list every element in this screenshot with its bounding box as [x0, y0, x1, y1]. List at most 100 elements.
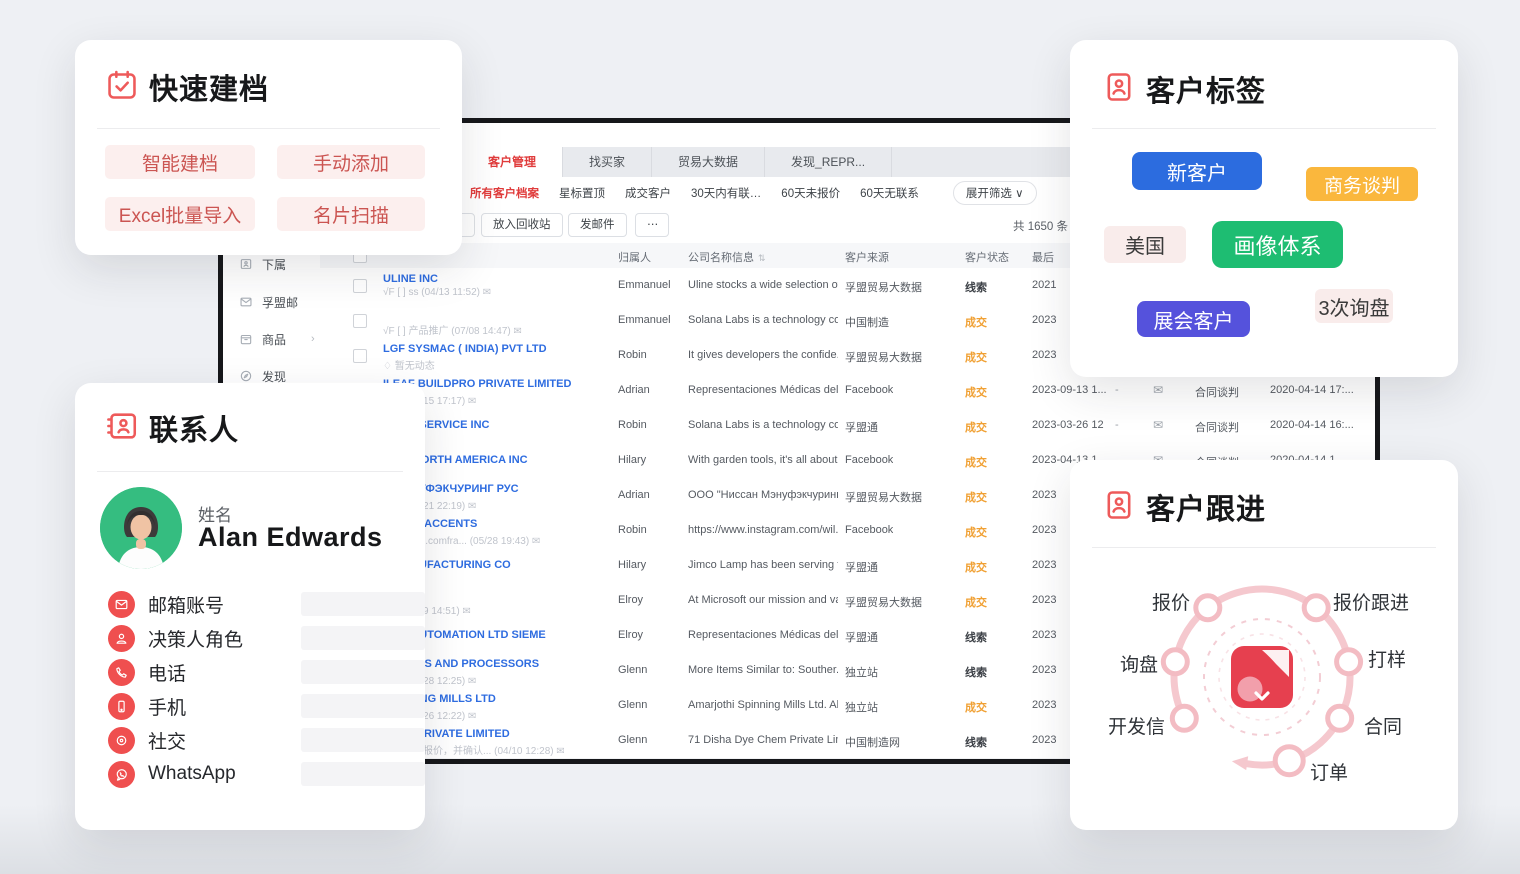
contact-field: 邮箱账号 — [108, 590, 398, 618]
source-cell: 独立站 — [845, 699, 878, 715]
col-company-info[interactable]: 公司名称信息 ⇅ — [688, 249, 766, 265]
customer-tag-chip[interactable]: 商务谈判 — [1306, 167, 1418, 201]
recycle-bin-button[interactable]: 放入回收站 — [481, 213, 563, 237]
company-subline: √F [ ] 产品推广 (07/08 14:47) ✉ — [383, 322, 522, 337]
mobile-icon — [108, 693, 135, 720]
more-actions-button[interactable]: ⋯ — [635, 213, 669, 237]
company-info-cell: https://www.instagram.com/wil... — [688, 524, 838, 536]
company-name[interactable]: LGF SYSMAC ( INDIA) PVT LTD — [383, 343, 547, 355]
quick-create-button-4[interactable]: 名片扫描 — [277, 197, 425, 231]
follow-up-card: 客户跟进 — [1070, 460, 1458, 830]
last-contact-date: 2023 — [1032, 594, 1056, 606]
tab-1[interactable]: 客户管理 — [462, 147, 563, 177]
contact-field-label: 电话 — [148, 659, 186, 686]
divider — [97, 128, 440, 129]
contact-field-value-placeholder[interactable] — [301, 626, 425, 650]
row-checkbox[interactable] — [353, 349, 367, 363]
col-company-info-label: 公司名称信息 — [688, 252, 754, 264]
customer-tag-chip[interactable]: 3次询盘 — [1315, 289, 1393, 323]
filter-all-customers[interactable]: 所有客户档案 — [470, 185, 539, 201]
created-date: 2020-04-14 17:... — [1270, 384, 1354, 396]
owner-cell: Hilary — [618, 559, 646, 571]
dash-cell: - — [1115, 384, 1119, 396]
owner-cell: Robin — [618, 419, 647, 431]
contact-field-value-placeholder[interactable] — [301, 660, 425, 684]
contact-field: WhatsApp — [108, 760, 398, 788]
customer-tag-chip[interactable]: 新客户 — [1132, 152, 1262, 190]
filter-item-1[interactable]: 星标置顶 — [559, 185, 605, 201]
filter-item-4[interactable]: 60天未报价 — [781, 185, 840, 201]
filter-item-5[interactable]: 60天无联系 — [860, 185, 919, 201]
row-checkbox[interactable] — [353, 279, 367, 293]
contact-field-label: WhatsApp — [148, 763, 236, 785]
contact-field-value-placeholder[interactable] — [301, 592, 425, 616]
owner-cell: Adrian — [618, 489, 650, 501]
company-info-cell: Uline stocks a wide selection of... — [688, 279, 838, 291]
owner-cell: Emmanuel — [618, 279, 671, 291]
contact-field-value-placeholder[interactable] — [301, 762, 425, 786]
source-cell: Facebook — [845, 384, 893, 396]
quick-create-button-3[interactable]: Excel批量导入 — [105, 197, 255, 231]
mail-icon[interactable]: ✉ — [1153, 383, 1163, 397]
status-cell: 线索 — [965, 734, 987, 750]
sort-icon[interactable]: ⇅ — [758, 253, 766, 263]
tab-4[interactable]: 发现_REPR... — [765, 147, 892, 177]
company-name[interactable]: ULINE INC — [383, 273, 438, 285]
company-info-cell: It gives developers the confide... — [688, 349, 838, 361]
company-info-cell: Representaciones Médicas del ... — [688, 384, 838, 396]
contact-card-icon — [105, 409, 139, 448]
follow-up-stage-label: 报价 — [1152, 588, 1190, 615]
mail-icon — [239, 295, 253, 309]
quick-create-card: 快速建档 智能建档手动添加Excel批量导入名片扫描 — [75, 40, 462, 255]
customer-tag-chip[interactable]: 美国 — [1104, 226, 1186, 263]
customer-tag-chip[interactable]: 画像体系 — [1212, 221, 1343, 268]
product-icon — [239, 332, 253, 346]
subordinate-icon — [239, 257, 253, 271]
table-row: ILEAF BUILDPRO PRIVATE LIMITED留言 (08/15 … — [320, 373, 1375, 409]
tab-2[interactable]: 找买家 — [563, 147, 652, 177]
send-mail-button[interactable]: 发邮件 — [568, 213, 627, 237]
expand-filter-button[interactable]: 展开筛选 ∨ — [953, 181, 1037, 205]
mail-icon[interactable]: ✉ — [1153, 418, 1163, 432]
follow-up-stage-label: 报价跟进 — [1333, 588, 1409, 615]
source-cell: 孚盟贸易大数据 — [845, 279, 922, 295]
status-cell: 成交 — [965, 384, 987, 400]
person-icon — [108, 625, 135, 652]
sidebar-item-4[interactable]: 发现 — [239, 368, 286, 384]
sidebar-item-1[interactable]: 下属 — [239, 256, 286, 272]
status-cell: 成交 — [965, 699, 987, 715]
col-owner: 归属人 — [618, 249, 651, 265]
source-cell: 独立站 — [845, 664, 878, 680]
sidebar-item-label: 发现 — [262, 368, 286, 385]
sidebar-item-2[interactable]: 孚盟邮 — [239, 294, 298, 310]
source-cell: 孚盟贸易大数据 — [845, 489, 922, 505]
id-badge-icon — [1102, 488, 1136, 527]
mail-icon — [108, 591, 135, 618]
quick-create-button-1[interactable]: 智能建档 — [105, 145, 255, 179]
owner-cell: Elroy — [618, 594, 643, 606]
contact-field-label: 社交 — [148, 727, 186, 754]
company-info-cell: Solana Labs is a technology co... — [688, 419, 838, 431]
filter-item-3[interactable]: 30天内有联… — [691, 185, 761, 201]
customer-tag-chip[interactable]: 展会客户 — [1137, 301, 1250, 337]
tab-3[interactable]: 贸易大数据 — [652, 147, 765, 177]
stage-cell: 合同谈判 — [1195, 384, 1239, 400]
follow-up-stage-label: 合同 — [1364, 712, 1402, 739]
sidebar-item-label: 下属 — [262, 256, 286, 273]
marketing-composite: 客户管理找买家贸易大数据发现_REPR... 所有客户档案 星标置顶 成交客户 30天… — [0, 0, 1520, 874]
divider — [1092, 547, 1436, 548]
follow-up-stage-label: 订单 — [1310, 758, 1348, 785]
divider — [97, 471, 403, 472]
status-cell: 成交 — [965, 349, 987, 365]
contact-field-value-placeholder[interactable] — [301, 694, 425, 718]
follow-up-title: 客户跟进 — [1146, 486, 1266, 528]
quick-create-button-2[interactable]: 手动添加 — [277, 145, 425, 179]
stage-cell: 合同谈判 — [1195, 419, 1239, 435]
avatar — [100, 487, 182, 569]
filter-item-2[interactable]: 成交客户 — [625, 185, 671, 201]
contact-field: 电话 — [108, 658, 398, 686]
row-checkbox[interactable] — [353, 314, 367, 328]
contact-field-value-placeholder[interactable] — [301, 728, 425, 752]
sidebar-item-3[interactable]: 商品› — [239, 331, 286, 347]
owner-cell: Glenn — [618, 664, 647, 676]
